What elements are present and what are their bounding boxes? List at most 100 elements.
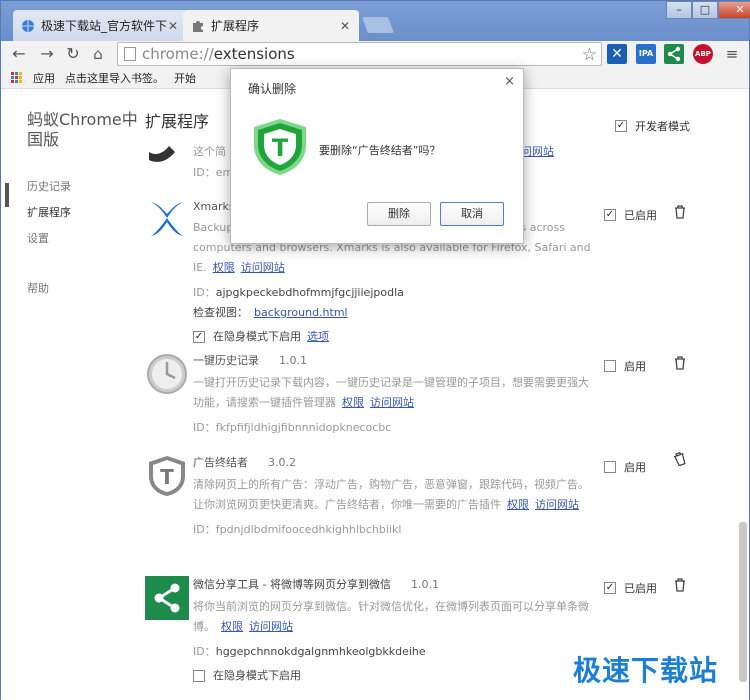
extension-desc: 这个简 <box>193 145 226 158</box>
tab-close-icon[interactable]: ✕ <box>339 19 351 33</box>
close-window-button[interactable]: ✕ <box>718 1 750 19</box>
address-bar[interactable]: chrome://extensions ☆ <box>117 42 602 66</box>
incognito-checkbox[interactable] <box>193 670 205 682</box>
abp-icon[interactable]: ABP <box>693 44 713 64</box>
dialog-title: 确认删除 <box>248 82 297 96</box>
extension-logo-icon <box>149 146 175 162</box>
confirm-delete-dialog: 确认删除 × T 要删除“广告终结者”吗？ 删除 取消 <box>230 68 524 244</box>
dev-mode-checkbox[interactable]: ✓ <box>615 120 627 132</box>
tab-label: 极速下载站_官方软件下载 <box>41 19 167 33</box>
enable-checkbox[interactable]: ✓ <box>604 209 616 221</box>
shield-icon: T <box>149 456 185 496</box>
dev-mode-label: 开发者模式 <box>635 120 690 133</box>
sidebar-item-history[interactable]: 历史记录 <box>27 174 142 200</box>
sidebar-active-indicator <box>5 183 9 207</box>
extension-id: fkfpfifjldhigjfibnnnidopknecocbc <box>215 421 392 434</box>
enable-label: 已启用 <box>624 582 657 595</box>
bookmark-import[interactable]: 点击这里导入书签。 <box>65 70 164 86</box>
trash-icon[interactable] <box>674 205 686 219</box>
clock-icon <box>147 354 187 394</box>
incognito-label: 在隐身模式下启用 <box>213 669 301 682</box>
enable-label: 启用 <box>624 461 646 474</box>
dev-mode-toggle[interactable]: ✓ 开发者模式 <box>615 118 690 134</box>
maximize-button[interactable]: □ <box>692 1 718 19</box>
enable-checkbox[interactable] <box>604 461 616 473</box>
sidebar-item-help[interactable]: 帮助 <box>27 276 142 302</box>
tab-close-icon[interactable]: ✕ <box>167 19 179 33</box>
inspect-view-link[interactable]: background.html <box>254 306 348 319</box>
puzzle-icon <box>193 20 203 32</box>
browser-window: 极速下载站_官方软件下载 ✕ 扩展程序 ✕ – □ ✕ ← → ↻ ⌂ chro… <box>0 0 750 700</box>
permissions-link[interactable]: 权限 <box>221 620 243 633</box>
incognito-label: 在隐身模式下启用 <box>213 330 301 343</box>
extension-id: fpdnjdlbdmifoocedhkighhlbchbiikl <box>215 523 402 536</box>
reload-icon[interactable]: ↻ <box>63 44 83 64</box>
scrollbar-thumb[interactable] <box>739 522 747 682</box>
visit-site-link[interactable]: 访问网站 <box>249 620 293 633</box>
page-icon <box>124 47 136 61</box>
delete-button[interactable]: 删除 <box>367 202 431 226</box>
url-scheme: chrome:// <box>142 45 214 63</box>
trash-icon[interactable] <box>674 356 686 370</box>
enable-checkbox[interactable] <box>604 360 616 372</box>
extension-version: 3.0.2 <box>268 456 296 469</box>
permissions-link[interactable]: 权限 <box>342 396 364 409</box>
inspect-views-label: 检查视图： <box>193 306 248 319</box>
back-arrow-icon[interactable]: ← <box>9 44 29 64</box>
trash-icon[interactable] <box>674 452 686 466</box>
forward-arrow-icon[interactable]: → <box>37 44 57 64</box>
svg-text:T: T <box>272 134 289 162</box>
bookmark-apps[interactable]: 应用 <box>33 70 55 86</box>
sidebar-item-settings[interactable]: 设置 <box>27 226 142 252</box>
tab-download-site[interactable]: 极速下载站_官方软件下载 ✕ <box>13 10 187 41</box>
trash-icon[interactable] <box>674 578 686 592</box>
sidebar-item-extensions[interactable]: 扩展程序 <box>27 200 142 226</box>
sidebar: 蚂蚁Chrome中国版 历史记录 扩展程序 设置 帮助 <box>27 110 142 302</box>
dialog-close-icon[interactable]: × <box>504 74 515 89</box>
visit-site-link[interactable]: 访问网站 <box>370 396 414 409</box>
id-label: ID： <box>193 166 216 179</box>
svg-text:T: T <box>160 465 174 489</box>
extension-item: 微信分享工具 - 将微博等网页分享到微信 1.0.1 将你当前浏览的网页分享到微信… <box>145 576 600 686</box>
enable-toggle[interactable]: 启用 <box>604 459 646 475</box>
id-label: ID： <box>193 421 216 434</box>
minimize-button[interactable]: – <box>666 1 692 19</box>
id-label: ID： <box>193 645 216 658</box>
extension-desc: 清除网页上的所有广告：浮动广告，购物广告，恶意弹窗，跟踪代码，视频广告。让你浏览… <box>193 478 589 511</box>
permissions-link[interactable]: 权限 <box>213 261 235 274</box>
ipa-icon[interactable]: IPA <box>636 44 656 64</box>
window-controls: – □ ✕ <box>666 1 750 19</box>
options-link[interactable]: 选项 <box>307 330 329 343</box>
new-tab-button[interactable] <box>362 17 394 33</box>
enable-label: 已启用 <box>624 209 657 222</box>
toolbar: ← → ↻ ⌂ chrome://extensions ☆ ✕ IPA ABP … <box>1 41 749 67</box>
id-label: ID： <box>193 523 216 536</box>
bookmark-start[interactable]: 开始 <box>174 70 196 86</box>
bookmark-star-icon[interactable]: ☆ <box>582 45 597 65</box>
watermark-text: 极速下载站 <box>573 654 719 687</box>
cancel-button[interactable]: 取消 <box>440 202 504 226</box>
extension-name: 微信分享工具 - 将微博等网页分享到微信 <box>193 578 391 591</box>
menu-icon[interactable]: ≡ <box>722 44 742 64</box>
visit-site-link[interactable]: 访问网站 <box>241 261 285 274</box>
incognito-checkbox[interactable]: ✓ <box>193 331 205 343</box>
id-label: ID： <box>193 286 216 299</box>
xmarks-icon[interactable]: ✕ <box>607 44 627 64</box>
globe-icon <box>22 19 34 32</box>
extension-name: 广告终结者 <box>193 456 248 469</box>
enable-toggle[interactable]: ✓ 已启用 <box>604 207 657 223</box>
extension-version: 1.0.1 <box>410 578 439 591</box>
extension-id: ajpgkpeckebdhofmmjfgcjjiiejpodla <box>215 286 404 299</box>
extension-item: T 广告终结者 3.0.2 清除网页上的所有广告：浮动广告，购物广告，恶意弹窗，跟… <box>145 454 600 554</box>
brand-title: 蚂蚁Chrome中国版 <box>27 110 138 149</box>
title-bar: 极速下载站_官方软件下载 ✕ 扩展程序 ✕ – □ ✕ <box>1 1 750 41</box>
visit-site-link[interactable]: 访问网站 <box>535 498 579 511</box>
share-icon[interactable] <box>664 44 684 64</box>
tab-extensions[interactable]: 扩展程序 ✕ <box>183 10 359 41</box>
enable-checkbox[interactable]: ✓ <box>604 582 616 594</box>
enable-toggle[interactable]: 启用 <box>604 358 646 374</box>
xmarks-logo-icon <box>151 202 183 236</box>
enable-toggle[interactable]: ✓ 已启用 <box>604 580 657 596</box>
permissions-link[interactable]: 权限 <box>507 498 529 511</box>
home-icon[interactable]: ⌂ <box>88 44 108 64</box>
